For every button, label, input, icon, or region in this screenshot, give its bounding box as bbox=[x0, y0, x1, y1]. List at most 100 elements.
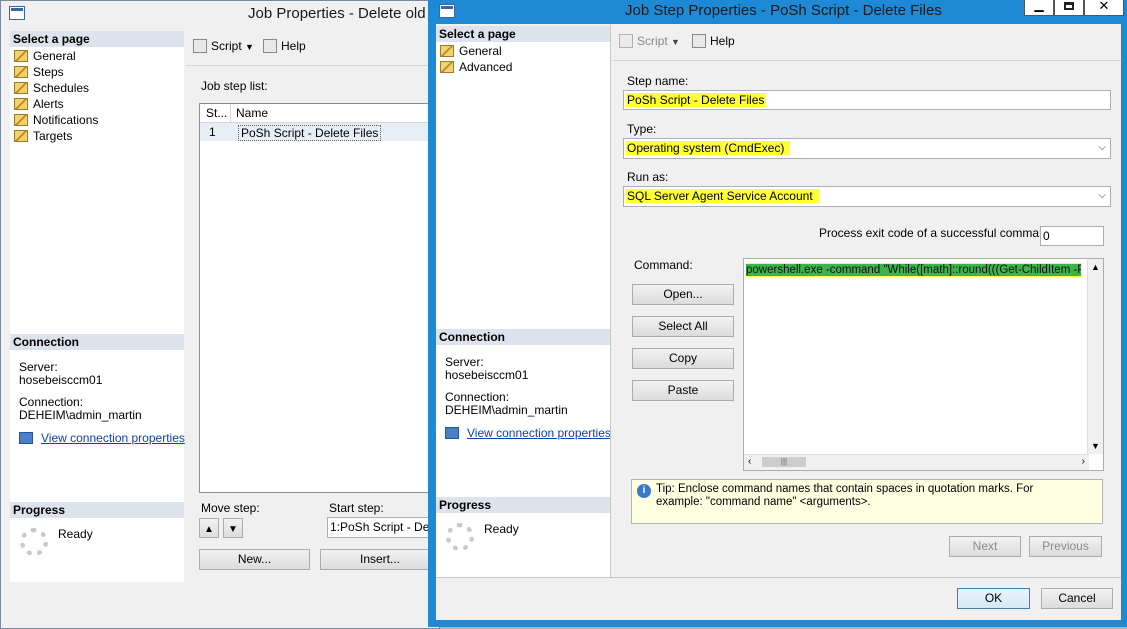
help-button[interactable]: Help bbox=[263, 39, 306, 53]
tip-text: Tip: Enclose command names that contain … bbox=[656, 483, 1034, 508]
close-icon: ✕ bbox=[1098, 0, 1110, 13]
progress-spinner-icon bbox=[446, 523, 474, 551]
vertical-scrollbar[interactable]: ▲ ▼ bbox=[1087, 259, 1103, 454]
page-icon bbox=[440, 45, 454, 57]
page-item-schedules[interactable]: Schedules bbox=[14, 80, 89, 96]
progress-status: Ready bbox=[484, 522, 519, 536]
job-left-panel: Select a page General Steps Schedules Al… bbox=[10, 31, 185, 582]
run-as-select[interactable]: SQL Server Agent Service Account ⌵ bbox=[623, 186, 1111, 207]
job-window-title: Job Properties - Delete old bbox=[248, 5, 426, 22]
minimize-button[interactable]: ▁ bbox=[1024, 0, 1054, 16]
step-name-label: Step name: bbox=[627, 74, 689, 88]
close-button[interactable]: ✕ bbox=[1084, 0, 1124, 16]
help-icon bbox=[692, 34, 706, 48]
command-text: powershell.exe -command "While([math]::r… bbox=[746, 263, 1081, 277]
horizontal-scrollbar[interactable]: ‹ ||| › bbox=[744, 454, 1089, 470]
chevron-down-icon: ⌵ bbox=[1098, 190, 1106, 201]
insert-step-button[interactable]: Insert... bbox=[320, 549, 440, 570]
step-left-panel: Select a page General Advanced Connectio… bbox=[436, 26, 611, 577]
next-button[interactable]: Next bbox=[949, 536, 1021, 557]
page-item-general[interactable]: General bbox=[14, 48, 76, 64]
maximize-icon bbox=[1064, 2, 1074, 10]
scroll-down-icon[interactable]: ▼ bbox=[1091, 441, 1100, 451]
chevron-down-icon: ▼ bbox=[671, 37, 680, 47]
server-value: hosebeisccm01 bbox=[445, 368, 529, 382]
column-header-name[interactable]: Name bbox=[236, 106, 268, 120]
move-down-button[interactable]: ▼ bbox=[223, 518, 243, 538]
select-all-button[interactable]: Select All bbox=[632, 316, 734, 337]
chevron-down-icon: ⌵ bbox=[1098, 142, 1106, 153]
exit-code-label: Process exit code of a successful comman… bbox=[819, 226, 1056, 240]
help-button[interactable]: Help bbox=[692, 34, 735, 48]
view-connection-properties-link[interactable]: View connection properties bbox=[19, 431, 185, 445]
page-item-steps[interactable]: Steps bbox=[14, 64, 64, 80]
cancel-button[interactable]: Cancel bbox=[1041, 588, 1113, 609]
job-window-titlebar[interactable]: Job Properties - Delete old bbox=[1, 1, 439, 25]
connection-value: DEHEIM\admin_martin bbox=[19, 408, 142, 422]
script-button[interactable]: Script ▼ bbox=[619, 34, 680, 48]
move-step-label: Move step: bbox=[201, 501, 260, 515]
progress-header: Progress bbox=[10, 502, 184, 518]
new-step-button[interactable]: New... bbox=[199, 549, 310, 570]
scroll-left-icon[interactable]: ‹ bbox=[748, 456, 751, 467]
app-icon bbox=[439, 4, 455, 18]
step-window-title: Job Step Properties - PoSh Script - Dele… bbox=[625, 2, 942, 19]
connection-properties-icon bbox=[19, 432, 33, 444]
server-value: hosebeisccm01 bbox=[19, 373, 103, 387]
page-item-general[interactable]: General bbox=[440, 43, 502, 59]
progress-spinner-icon bbox=[20, 528, 48, 556]
connection-properties-icon bbox=[445, 427, 459, 439]
column-header-step[interactable]: St... bbox=[206, 106, 227, 120]
job-properties-window: Job Properties - Delete old Select a pag… bbox=[0, 0, 440, 629]
connection-header: Connection bbox=[10, 334, 184, 350]
connection-label: Connection: bbox=[445, 390, 510, 404]
step-name-input[interactable]: PoSh Script - Delete Files bbox=[623, 90, 1111, 110]
connection-label: Connection: bbox=[19, 395, 84, 409]
paste-button[interactable]: Paste bbox=[632, 380, 734, 401]
page-item-notifications[interactable]: Notifications bbox=[14, 112, 98, 128]
job-step-list[interactable]: St... Name 1 PoSh Script - Delete Files bbox=[199, 103, 440, 493]
connection-header: Connection bbox=[436, 329, 610, 345]
exit-code-input[interactable]: 0 bbox=[1040, 226, 1104, 246]
server-label: Server: bbox=[19, 360, 58, 374]
scroll-up-icon[interactable]: ▲ bbox=[1091, 262, 1100, 272]
page-icon bbox=[14, 114, 28, 126]
page-item-advanced[interactable]: Advanced bbox=[440, 59, 512, 75]
script-button[interactable]: Script ▼ bbox=[193, 39, 254, 53]
step-list-header: St... Name bbox=[200, 104, 439, 123]
open-button[interactable]: Open... bbox=[632, 284, 734, 305]
type-select[interactable]: Operating system (CmdExec) ⌵ bbox=[623, 138, 1111, 159]
page-icon bbox=[14, 50, 28, 62]
app-icon bbox=[9, 6, 25, 20]
move-up-button[interactable]: ▲ bbox=[199, 518, 219, 538]
step-window-titlebar[interactable]: Job Step Properties - PoSh Script - Dele… bbox=[428, 0, 1127, 24]
select-page-header: Select a page bbox=[10, 31, 184, 47]
help-icon bbox=[263, 39, 277, 53]
table-row[interactable]: 1 PoSh Script - Delete Files bbox=[200, 123, 439, 141]
command-textarea[interactable]: powershell.exe -command "While([math]::r… bbox=[743, 258, 1104, 471]
start-step-label: Start step: bbox=[329, 501, 384, 515]
ok-button[interactable]: OK bbox=[957, 588, 1030, 609]
page-icon bbox=[14, 130, 28, 142]
info-icon: i bbox=[637, 484, 651, 498]
job-step-list-label: Job step list: bbox=[201, 79, 268, 93]
toolbar-separator bbox=[612, 60, 1121, 61]
page-item-alerts[interactable]: Alerts bbox=[14, 96, 64, 112]
view-connection-properties-link[interactable]: View connection properties bbox=[445, 426, 611, 440]
server-label: Server: bbox=[445, 355, 484, 369]
start-step-select[interactable]: 1:PoSh Script - Delet bbox=[327, 517, 440, 538]
arrow-up-icon: ▲ bbox=[204, 524, 214, 535]
row-step: 1 bbox=[209, 125, 216, 139]
connection-value: DEHEIM\admin_martin bbox=[445, 403, 568, 417]
maximize-button[interactable] bbox=[1054, 0, 1084, 16]
toolbar-separator bbox=[186, 65, 440, 66]
chevron-down-icon: ▼ bbox=[245, 42, 254, 52]
scroll-thumb[interactable]: ||| bbox=[762, 457, 806, 467]
page-item-targets[interactable]: Targets bbox=[14, 128, 72, 144]
previous-button[interactable]: Previous bbox=[1029, 536, 1102, 557]
page-icon bbox=[14, 82, 28, 94]
left-panel-divider bbox=[610, 24, 611, 577]
scroll-right-icon[interactable]: › bbox=[1082, 456, 1085, 467]
copy-button[interactable]: Copy bbox=[632, 348, 734, 369]
script-icon bbox=[619, 34, 633, 48]
